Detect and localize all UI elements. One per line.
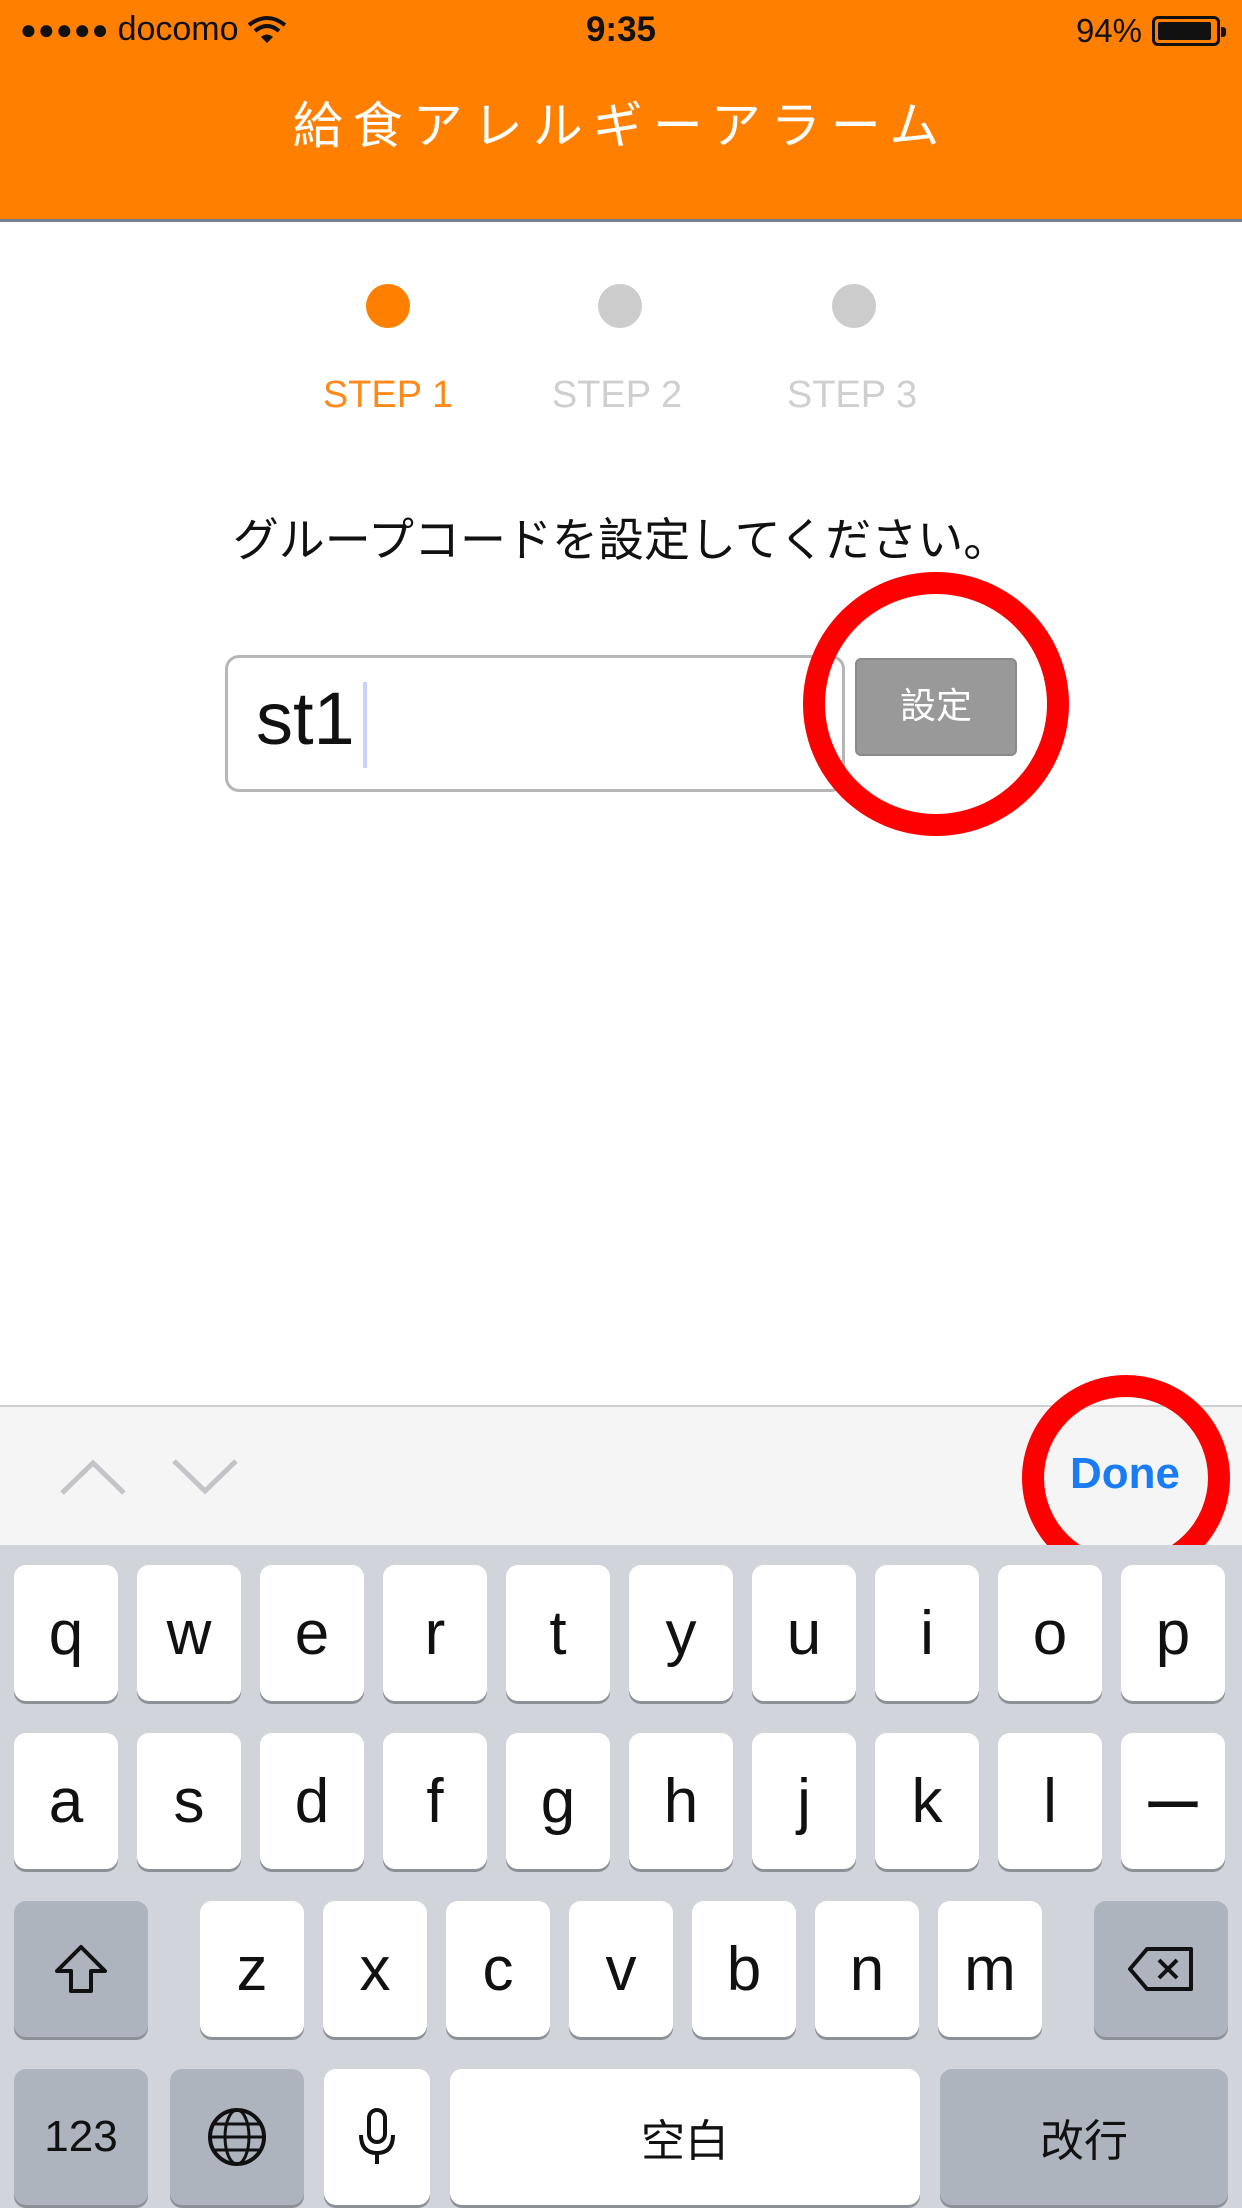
key-w[interactable]: w xyxy=(137,1565,241,1701)
group-code-value: st1 xyxy=(256,677,355,760)
text-cursor xyxy=(363,682,367,768)
key-b[interactable]: b xyxy=(692,1901,796,2037)
key-a[interactable]: a xyxy=(14,1733,118,1869)
globe-icon xyxy=(208,2108,266,2166)
key-long-vowel-mark[interactable]: ー xyxy=(1121,1733,1225,1869)
previous-field-chevron-up-icon[interactable] xyxy=(58,1457,128,1497)
step-2-label: STEP 2 xyxy=(551,374,683,416)
set-button[interactable]: 設定 xyxy=(855,658,1017,756)
shift-icon xyxy=(55,1945,107,1993)
space-key-label: 空白 xyxy=(641,2117,729,2166)
step-1-label: STEP 1 xyxy=(322,374,454,416)
return-key-label: 改行 xyxy=(1040,2117,1128,2166)
key-e[interactable]: e xyxy=(260,1565,364,1701)
group-code-input[interactable]: st1 xyxy=(225,655,845,792)
key-d[interactable]: d xyxy=(260,1733,364,1869)
microphone-icon xyxy=(359,2108,395,2164)
key-m[interactable]: m xyxy=(938,1901,1042,2037)
key-z[interactable]: z xyxy=(200,1901,304,2037)
battery-percent: 94% xyxy=(1075,12,1142,49)
software-keyboard: q w e r t y u i o p a s d f g h j k l ー … xyxy=(0,1545,1242,2208)
done-button[interactable]: Done xyxy=(1070,1449,1180,1499)
key-v[interactable]: v xyxy=(569,1901,673,2037)
app-header: ●●●●● docomo 9:35 94% 給食アレルギーアラーム xyxy=(0,0,1242,222)
numbers-key-label: 123 xyxy=(44,2112,118,2161)
instruction-text: グループコードを設定してください。 xyxy=(232,513,1010,567)
key-j[interactable]: j xyxy=(752,1733,856,1869)
step-2-indicator-dot xyxy=(598,284,642,328)
globe-key[interactable] xyxy=(170,2069,304,2205)
status-bar: ●●●●● docomo 9:35 94% xyxy=(0,0,1242,66)
step-3-label: STEP 3 xyxy=(786,374,918,416)
step-3-indicator-dot xyxy=(832,284,876,328)
next-field-chevron-down-icon[interactable] xyxy=(170,1457,240,1497)
key-h[interactable]: h xyxy=(629,1733,733,1869)
key-g[interactable]: g xyxy=(506,1733,610,1869)
key-x[interactable]: x xyxy=(323,1901,427,2037)
key-k[interactable]: k xyxy=(875,1733,979,1869)
app-title: 給食アレルギーアラーム xyxy=(292,97,950,155)
key-i[interactable]: i xyxy=(875,1565,979,1701)
numbers-key[interactable]: 123 xyxy=(14,2069,148,2205)
return-key[interactable]: 改行 xyxy=(940,2069,1228,2205)
space-key[interactable]: 空白 xyxy=(450,2069,920,2205)
key-p[interactable]: p xyxy=(1121,1565,1225,1701)
status-right: 94% xyxy=(1075,12,1226,50)
keyboard-accessory-bar: Done xyxy=(0,1405,1242,1545)
key-u[interactable]: u xyxy=(752,1565,856,1701)
key-r[interactable]: r xyxy=(383,1565,487,1701)
battery-icon xyxy=(1152,16,1226,46)
key-l[interactable]: l xyxy=(998,1733,1102,1869)
key-o[interactable]: o xyxy=(998,1565,1102,1701)
key-s[interactable]: s xyxy=(137,1733,241,1869)
key-q[interactable]: q xyxy=(14,1565,118,1701)
key-t[interactable]: t xyxy=(506,1565,610,1701)
step-1-indicator-dot xyxy=(366,284,410,328)
key-n[interactable]: n xyxy=(815,1901,919,2037)
dictation-key[interactable] xyxy=(324,2069,430,2205)
shift-key[interactable] xyxy=(14,1901,148,2037)
backspace-icon xyxy=(1128,1947,1193,1991)
backspace-key[interactable] xyxy=(1094,1901,1228,2037)
status-time: 9:35 xyxy=(585,10,657,49)
key-f[interactable]: f xyxy=(383,1733,487,1869)
key-c[interactable]: c xyxy=(446,1901,550,2037)
key-y[interactable]: y xyxy=(629,1565,733,1701)
